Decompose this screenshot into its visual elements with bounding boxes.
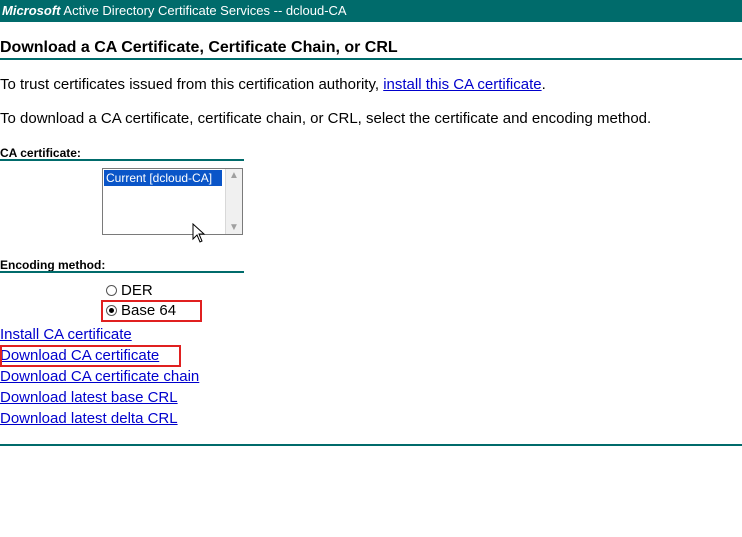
- listbox-scrollbar[interactable]: ▲ ▼: [225, 169, 242, 234]
- mouse-pointer-icon: [192, 223, 206, 243]
- download-ca-highlight-box: [0, 345, 181, 367]
- heading-divider: [0, 58, 742, 60]
- instruction-paragraph: To download a CA certificate, certificat…: [0, 110, 652, 127]
- download-latest-base-crl-link[interactable]: Download latest base CRL: [0, 389, 178, 406]
- encoding-option-der[interactable]: DER: [106, 282, 153, 299]
- download-latest-delta-crl-link[interactable]: Download latest delta CRL: [0, 410, 178, 427]
- brand-name: Microsoft: [2, 3, 61, 18]
- ca-certificate-listbox[interactable]: Current [dcloud-CA] ▲ ▼: [102, 168, 243, 235]
- trust-end: .: [541, 76, 546, 93]
- scroll-up-icon[interactable]: ▲: [229, 170, 239, 181]
- ca-certificate-label: CA certificate:: [0, 146, 81, 160]
- footer-divider: [0, 444, 742, 446]
- install-ca-certificate-link[interactable]: Install CA certificate: [0, 326, 132, 343]
- ca-certificate-divider: [0, 159, 244, 161]
- der-label: DER: [121, 282, 153, 299]
- title-banner: Microsoft Active Directory Certificate S…: [0, 0, 742, 22]
- trust-paragraph: To trust certificates issued from this c…: [0, 76, 546, 93]
- download-ca-certificate-chain-link[interactable]: Download CA certificate chain: [0, 368, 199, 385]
- der-radio-button[interactable]: [106, 285, 117, 296]
- encoding-divider: [0, 271, 244, 273]
- install-this-ca-link[interactable]: install this CA certificate: [383, 76, 541, 93]
- scroll-down-icon[interactable]: ▼: [229, 222, 239, 233]
- trust-text: To trust certificates issued from this c…: [0, 76, 384, 93]
- ca-certificate-option[interactable]: Current [dcloud-CA]: [104, 170, 222, 186]
- encoding-method-label: Encoding method:: [0, 258, 106, 272]
- base64-highlight-box: [101, 300, 202, 322]
- banner-title: Active Directory Certificate Services --…: [63, 3, 347, 18]
- page-title: Download a CA Certificate, Certificate C…: [0, 39, 398, 56]
